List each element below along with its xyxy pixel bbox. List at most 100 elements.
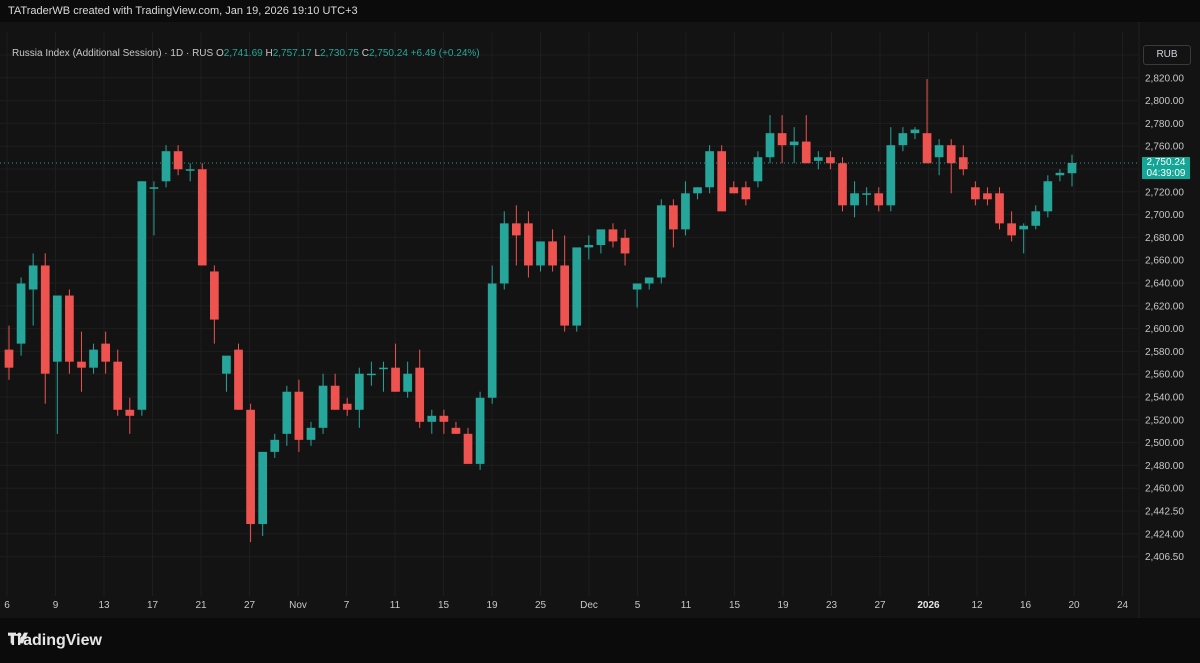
- candle-down: [838, 163, 847, 206]
- candle-up: [753, 157, 763, 182]
- candle-down: [246, 409, 255, 525]
- last-price-label: 2,750.24 04:39:09: [1142, 156, 1190, 179]
- candle-down: [4, 349, 14, 368]
- candle-up: [705, 151, 714, 188]
- candle-down: [113, 361, 123, 410]
- x-tick-label: 16: [1020, 600, 1032, 611]
- candle-down: [826, 157, 835, 164]
- candle-down: [669, 205, 678, 230]
- y-tick-label: 2,660.00: [1145, 256, 1184, 267]
- candle-up: [850, 193, 859, 206]
- candle-up: [862, 193, 871, 195]
- candle-up: [52, 295, 62, 362]
- candle-up: [886, 145, 896, 206]
- y-tick-label: 2,700.00: [1145, 210, 1184, 221]
- candle-up: [910, 129, 920, 134]
- candle-down: [983, 193, 992, 200]
- candle-up: [367, 373, 376, 376]
- candle-down: [77, 361, 86, 368]
- chart-frame[interactable]: 2,840.002,820.002,800.002,780.002,760.00…: [0, 22, 1200, 618]
- candle-down: [294, 391, 304, 440]
- candle-down: [101, 343, 110, 362]
- y-tick-label: 2,680.00: [1145, 233, 1184, 244]
- candle-up: [306, 427, 316, 440]
- x-tick-label: 19: [777, 600, 789, 611]
- candle-up: [161, 151, 171, 182]
- candle-down: [511, 223, 521, 236]
- x-tick-label: 19: [486, 600, 498, 611]
- candle-up: [1019, 225, 1029, 230]
- y-tick-label: 2,560.00: [1145, 370, 1184, 381]
- currency-badge[interactable]: RUB: [1143, 45, 1191, 65]
- candle-up: [89, 349, 98, 368]
- x-tick-label: 17: [147, 600, 159, 611]
- y-tick-label: 2,540.00: [1145, 393, 1184, 404]
- candle-up: [644, 277, 654, 284]
- candle-up: [258, 451, 268, 525]
- x-tick-label: 27: [874, 600, 886, 611]
- last-price-value: 2,750.24: [1146, 156, 1186, 168]
- y-tick-label: 2,600.00: [1145, 324, 1184, 335]
- candle-down: [801, 141, 811, 164]
- x-tick-label: 25: [535, 600, 547, 611]
- candle-up: [28, 265, 38, 290]
- candle-up: [487, 283, 497, 398]
- candle-down: [741, 187, 751, 200]
- y-tick-label: 2,820.00: [1145, 73, 1184, 84]
- y-tick-label: 2,800.00: [1145, 96, 1184, 107]
- y-tick-label: 2,780.00: [1145, 119, 1184, 130]
- candle-up: [149, 187, 159, 189]
- candle-down: [524, 223, 533, 266]
- y-tick-label: 2,640.00: [1145, 279, 1184, 290]
- candle-up: [379, 367, 388, 370]
- candlestick-chart[interactable]: 2,840.002,820.002,800.002,780.002,760.00…: [0, 22, 1200, 618]
- close-label: C: [361, 48, 369, 59]
- header-bar: TATraderWB created with TradingView.com,…: [0, 0, 1200, 22]
- candle-down: [330, 385, 340, 410]
- candle-up: [16, 283, 26, 344]
- open-value: 2,741.69: [223, 48, 263, 59]
- x-tick-label: 6: [4, 600, 10, 611]
- y-tick-label: 2,620.00: [1145, 301, 1184, 312]
- x-tick-label: 15: [438, 600, 450, 611]
- candle-up: [403, 373, 412, 392]
- x-tick-label: 21: [195, 600, 207, 611]
- candle-down: [65, 295, 74, 362]
- y-tick-label: 2,480.00: [1145, 461, 1184, 472]
- symbol-name[interactable]: Russia Index (Additional Session) · 1D ·…: [12, 48, 213, 59]
- candle-down: [946, 145, 956, 164]
- x-tick-label: 12: [971, 600, 983, 611]
- candle-down: [391, 367, 400, 392]
- candle-up: [1043, 181, 1053, 212]
- x-tick-label: 11: [390, 600, 401, 611]
- x-tick-label: 15: [729, 600, 741, 611]
- candle-down: [197, 169, 207, 266]
- candle-down: [560, 265, 570, 326]
- tradingview-brand[interactable]: TradingView: [8, 631, 102, 651]
- candle-up: [282, 391, 292, 434]
- x-tick-label: 7: [344, 600, 350, 611]
- candle-down: [463, 433, 473, 464]
- x-tick-label: 11: [681, 600, 692, 611]
- credit-text: TATraderWB created with TradingView.com,…: [8, 5, 358, 17]
- y-tick-label: 2,442.50: [1145, 507, 1184, 518]
- high-label: H: [265, 48, 273, 59]
- tradingview-logo-icon: [8, 632, 28, 644]
- candle-up: [789, 141, 799, 146]
- close-value: 2,750.24: [368, 48, 408, 59]
- candle-down: [777, 133, 787, 146]
- candle-down: [971, 187, 980, 200]
- candle-down: [717, 151, 727, 212]
- candle-down: [342, 403, 352, 410]
- candle-down: [173, 151, 183, 170]
- high-value: 2,757.17: [272, 48, 312, 59]
- candle-up: [693, 187, 702, 194]
- candle-up: [596, 229, 606, 246]
- change-value: +6.49 (+0.24%): [410, 48, 480, 59]
- candle-down: [729, 187, 739, 194]
- y-tick-label: 2,580.00: [1145, 347, 1184, 358]
- candle-up: [681, 193, 690, 230]
- candle-down: [415, 367, 425, 422]
- symbol-legend: Russia Index (Additional Session) · 1D ·…: [12, 48, 480, 59]
- candle-up: [270, 439, 280, 452]
